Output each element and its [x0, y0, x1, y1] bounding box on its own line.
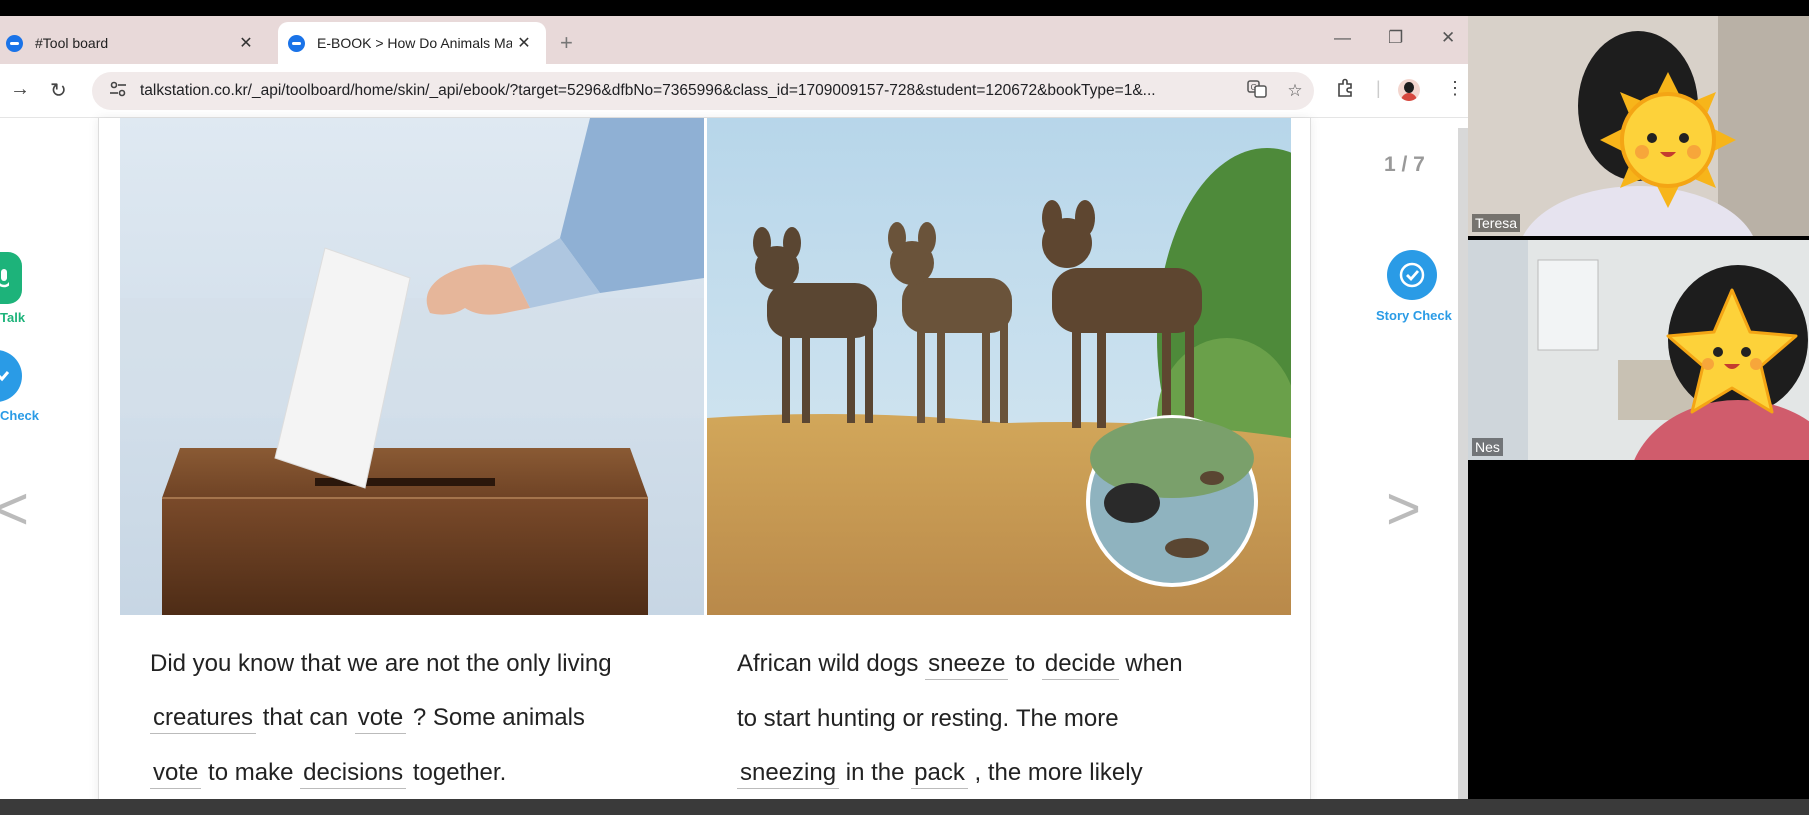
- translate-icon[interactable]: G: [1238, 79, 1276, 103]
- tab-strip: #Tool board ✕ E-BOOK > How Do Animals Ma…: [0, 16, 1468, 64]
- vocab-word[interactable]: sneeze: [925, 649, 1009, 680]
- restore-button[interactable]: ❐: [1388, 28, 1403, 48]
- text-phrase: when: [1125, 650, 1183, 677]
- forward-button[interactable]: →: [10, 78, 30, 101]
- ebook-viewport: Talk Check < Did you know that we are no…: [0, 118, 1468, 815]
- text-phrase: or resting.: [902, 705, 1010, 732]
- video-tile-nes: Nes: [1468, 240, 1809, 460]
- vocab-word[interactable]: decisions: [300, 758, 407, 789]
- right-page: African wild dogs sneeze to decide when …: [707, 118, 1291, 815]
- close-window-button[interactable]: ✕: [1441, 28, 1455, 48]
- browser-toolbar: → ↻ talkstation.co.kr/_api/toolboard/hom…: [0, 64, 1468, 118]
- text-line: to start hunting or resting. The more: [737, 692, 1277, 746]
- wild-dogs-illustration: [707, 118, 1291, 615]
- tab-tool-board[interactable]: #Tool board ✕: [0, 22, 268, 64]
- toolbar-divider: |: [1376, 78, 1381, 98]
- bookmark-star-icon[interactable]: ☆: [1276, 81, 1314, 101]
- video-tile-teresa: Teresa: [1468, 16, 1809, 236]
- vocab-word[interactable]: vote: [150, 758, 202, 789]
- scrollbar[interactable]: [1458, 128, 1468, 815]
- new-tab-button[interactable]: +: [560, 30, 573, 56]
- check-label: Check: [0, 408, 40, 423]
- text-line: sneezing in the pack , the more likely: [737, 746, 1277, 801]
- menu-kebab-icon[interactable]: ⋮: [1446, 78, 1464, 99]
- page-counter: 1 / 7: [1384, 153, 1425, 176]
- text-line: vote to make decisions together.: [150, 746, 690, 801]
- sun-emoji-icon: [1600, 72, 1736, 208]
- text-phrase: to make: [208, 759, 294, 786]
- vocab-word[interactable]: vote: [354, 703, 407, 734]
- tab-title: #Tool board: [35, 35, 109, 51]
- text-phrase: the only living: [466, 650, 612, 677]
- text-phrase: to: [1015, 650, 1036, 677]
- right-page-text: African wild dogs sneeze to decide when …: [737, 637, 1277, 815]
- text-phrase: can: [309, 704, 349, 731]
- vocab-word[interactable]: decide: [1041, 649, 1119, 680]
- tune-icon[interactable]: [100, 81, 136, 101]
- address-bar[interactable]: talkstation.co.kr/_api/toolboard/home/sk…: [92, 72, 1314, 110]
- close-tab-icon[interactable]: ✕: [234, 33, 258, 53]
- text-phrase: in the: [845, 759, 905, 786]
- browser-window: #Tool board ✕ E-BOOK > How Do Animals Ma…: [0, 16, 1468, 815]
- ballot-box-illustration: [120, 118, 704, 615]
- minimize-button[interactable]: —: [1334, 28, 1351, 48]
- text-phrase: that: [262, 704, 303, 731]
- vocab-word[interactable]: sneezing: [737, 758, 840, 789]
- text-phrase: hunting: [817, 705, 896, 732]
- star-emoji-icon: [1666, 288, 1798, 414]
- story-check-button[interactable]: [1387, 250, 1437, 300]
- talk-button[interactable]: [0, 252, 22, 304]
- tab-ebook[interactable]: E-BOOK > How Do Animals Ma ✕: [278, 22, 546, 64]
- text-phrase: Did you know: [150, 650, 295, 677]
- vocab-word[interactable]: creatures: [150, 703, 257, 734]
- story-check-label: Story Check: [1376, 308, 1452, 323]
- next-page-arrow[interactable]: >: [1386, 474, 1421, 543]
- participant-name: Teresa: [1472, 214, 1521, 232]
- check-button[interactable]: [0, 350, 22, 402]
- reload-button[interactable]: ↻: [50, 78, 67, 103]
- tab-title: E-BOOK > How Do Animals Ma: [317, 35, 512, 51]
- bottom-bar: [0, 799, 1809, 815]
- left-page: Did you know that we are not the only li…: [120, 118, 704, 815]
- left-page-text: Did you know that we are not the only li…: [150, 637, 690, 815]
- text-phrase: ? Some animals: [412, 704, 585, 731]
- vocab-word[interactable]: pack: [911, 758, 968, 789]
- text-phrase: are not: [384, 650, 460, 677]
- text-phrase: that we: [300, 650, 379, 677]
- text-line: Did you know that we are not the only li…: [150, 637, 690, 691]
- text-phrase: together.: [412, 759, 507, 786]
- url-text[interactable]: talkstation.co.kr/_api/toolboard/home/sk…: [136, 82, 1238, 100]
- close-tab-icon[interactable]: ✕: [512, 33, 536, 53]
- text-phrase: , the more likely: [974, 759, 1143, 786]
- site-favicon-icon: [6, 34, 23, 52]
- extensions-icon[interactable]: [1336, 78, 1356, 103]
- participant-name: Nes: [1472, 438, 1503, 456]
- text-phrase: African wild dogs: [737, 650, 919, 677]
- screen: #Tool board ✕ E-BOOK > How Do Animals Ma…: [0, 0, 1809, 815]
- text-phrase: to start: [737, 705, 811, 732]
- text-phrase: The more: [1015, 705, 1119, 732]
- text-line: creatures that can vote ? Some animals: [150, 691, 690, 746]
- text-line: African wild dogs sneeze to decide when: [737, 637, 1277, 692]
- site-favicon-icon: [288, 34, 305, 52]
- profile-avatar[interactable]: [1398, 79, 1420, 101]
- prev-page-arrow[interactable]: <: [0, 474, 29, 543]
- talk-label: Talk: [0, 310, 26, 325]
